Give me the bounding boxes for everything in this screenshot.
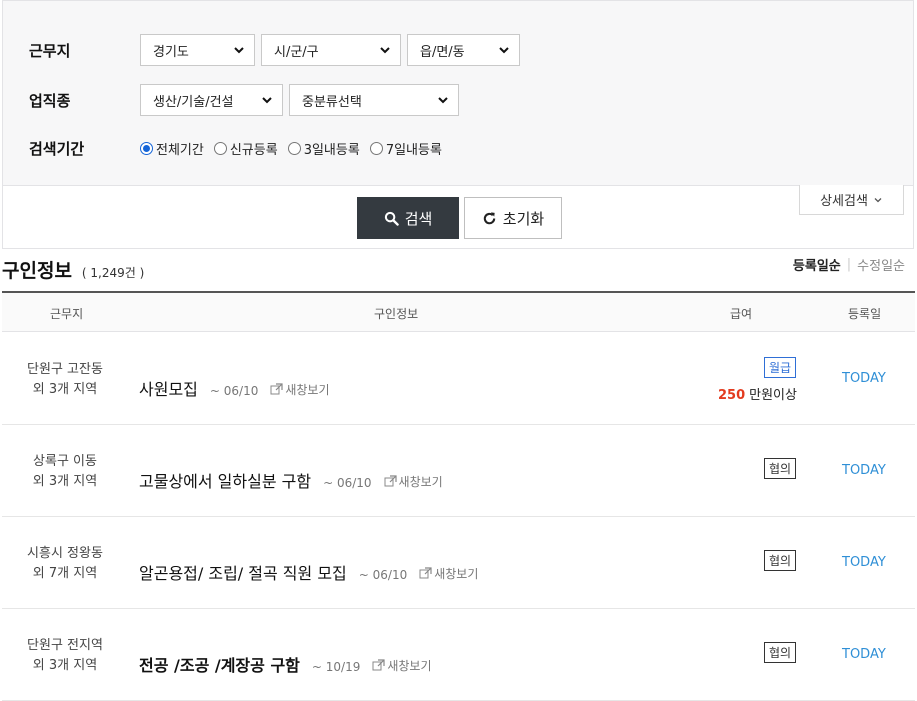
work-location-label: 근무지	[29, 41, 71, 60]
search-icon	[384, 211, 399, 226]
registered-date: TODAY	[842, 371, 886, 386]
table-row[interactable]: 상록구 이동 외 3개 지역 고물상에서 일하실분 구함 ~ 06/10 새창보…	[2, 425, 915, 517]
sort-by-modified[interactable]: 수정일순	[857, 255, 905, 274]
job-major-select[interactable]: 생산/기술/건설	[140, 84, 283, 116]
radio-icon	[369, 142, 383, 155]
pay-type-badge: 협의	[764, 642, 797, 663]
chevron-down-icon	[499, 47, 509, 54]
row-title-line: 고물상에서 일하실분 구함 ~ 06/10 새창보기	[139, 468, 443, 492]
registered-date: TODAY	[842, 555, 886, 570]
row-title-line: 사원모집 ~ 06/10 새창보기	[139, 376, 330, 400]
job-title-link[interactable]: 알곤용접/ 조립/ 절곡 직원 모집	[139, 560, 347, 584]
row-title-line: 전공 /조공 /계장공 구함 ~ 10/19 새창보기	[139, 652, 432, 676]
chevron-down-icon	[234, 47, 244, 54]
job-type-label: 업직종	[29, 91, 71, 110]
open-new-window-link[interactable]: 새창보기	[372, 657, 432, 674]
search-button-area: 검색 초기화 상세검색	[2, 185, 914, 249]
table-row[interactable]: 시흥시 정왕동 외 7개 지역 알곤용접/ 조립/ 절곡 직원 모집 ~ 06/…	[2, 517, 915, 609]
filter-panel: 근무지 경기도 시/군/구 읍/면/동 업직종 생산/기술/건설 중분류선택 검…	[2, 0, 914, 185]
work-location-row: 근무지 경기도 시/군/구 읍/면/동	[29, 34, 526, 66]
period-row: 검색기간 전체기간 신규등록 3일내등록 7일내등록	[29, 138, 442, 159]
period-option-new[interactable]: 신규등록	[213, 139, 278, 158]
job-title-link[interactable]: 고물상에서 일하실분 구함	[139, 468, 311, 492]
province-select[interactable]: 경기도	[140, 34, 255, 66]
job-title-link[interactable]: 사원모집	[139, 376, 198, 400]
search-button[interactable]: 검색	[357, 197, 459, 239]
sort-divider: |	[846, 257, 852, 272]
period-radio-group: 전체기간 신규등록 3일내등록 7일내등록	[140, 139, 442, 158]
deadline: ~ 06/10	[358, 568, 408, 582]
pay-amount: 250 만원이상	[718, 388, 797, 403]
job-type-row: 업직종 생산/기술/건설 중분류선택	[29, 84, 465, 116]
open-new-window-link[interactable]: 새창보기	[419, 565, 478, 582]
radio-icon	[213, 142, 227, 155]
pay-type-badge: 월급	[764, 357, 797, 378]
row-title-line: 알곤용접/ 조립/ 절곡 직원 모집 ~ 06/10 새창보기	[139, 560, 478, 584]
chevron-down-icon	[380, 47, 390, 54]
external-link-icon	[372, 659, 385, 671]
registered-date: TODAY	[842, 647, 886, 662]
sort-by-registered[interactable]: 등록일순	[793, 255, 841, 274]
pay-type-badge: 협의	[764, 458, 797, 479]
open-new-window-link[interactable]: 새창보기	[384, 473, 443, 490]
district-select[interactable]: 읍/면/동	[407, 34, 520, 66]
reset-button[interactable]: 초기화	[464, 197, 562, 239]
detail-search-button[interactable]: 상세검색	[799, 185, 904, 215]
header-job-info: 구인정보	[374, 307, 419, 321]
open-new-window-link[interactable]: 새창보기	[270, 381, 330, 398]
radio-icon	[287, 142, 301, 155]
deadline: ~ 10/19	[311, 660, 361, 674]
chevron-down-icon	[438, 97, 448, 104]
registered-date: TODAY	[842, 463, 886, 478]
header-location: 근무지	[50, 307, 84, 321]
row-location: 시흥시 정왕동 외 7개 지역	[27, 546, 103, 581]
row-location: 단원구 고잔동 외 3개 지역	[27, 362, 103, 397]
header-pay: 급여	[730, 307, 753, 321]
pay-type-badge: 협의	[764, 550, 797, 571]
sort-options: 등록일순 | 수정일순	[793, 255, 905, 274]
row-location: 상록구 이동 외 3개 지역	[32, 454, 98, 489]
external-link-icon	[384, 475, 397, 487]
header-date: 등록일	[848, 307, 882, 321]
period-label: 검색기간	[29, 140, 85, 158]
period-option-all[interactable]: 전체기간	[140, 139, 204, 158]
section-title: 구인정보	[2, 260, 72, 282]
deadline: ~ 06/10	[209, 384, 259, 398]
chevron-down-icon	[262, 97, 272, 104]
job-title-link[interactable]: 전공 /조공 /계장공 구함	[139, 652, 300, 676]
job-minor-select[interactable]: 중분류선택	[289, 84, 459, 116]
result-count: ( 1,249건 )	[81, 266, 145, 280]
chevron-down-icon	[874, 197, 882, 202]
external-link-icon	[270, 383, 283, 395]
radio-checked-icon	[140, 142, 153, 155]
period-option-7days[interactable]: 7일내등록	[369, 139, 442, 158]
city-select[interactable]: 시/군/구	[261, 34, 401, 66]
section-header: 구인정보 ( 1,249건 )	[2, 256, 144, 283]
deadline: ~ 06/10	[323, 476, 372, 490]
row-location: 단원구 전지역 외 3개 지역	[27, 638, 103, 673]
external-link-icon	[419, 567, 432, 579]
refresh-icon	[483, 211, 496, 224]
table-row[interactable]: 단원구 전지역 외 3개 지역 전공 /조공 /계장공 구함 ~ 10/19 새…	[2, 609, 915, 701]
table-row[interactable]: 단원구 고잔동 외 3개 지역 사원모집 ~ 06/10 새창보기 월급 250…	[2, 333, 915, 425]
table-header: 근무지 구인정보 급여 등록일	[2, 291, 915, 332]
period-option-3days[interactable]: 3일내등록	[287, 139, 360, 158]
